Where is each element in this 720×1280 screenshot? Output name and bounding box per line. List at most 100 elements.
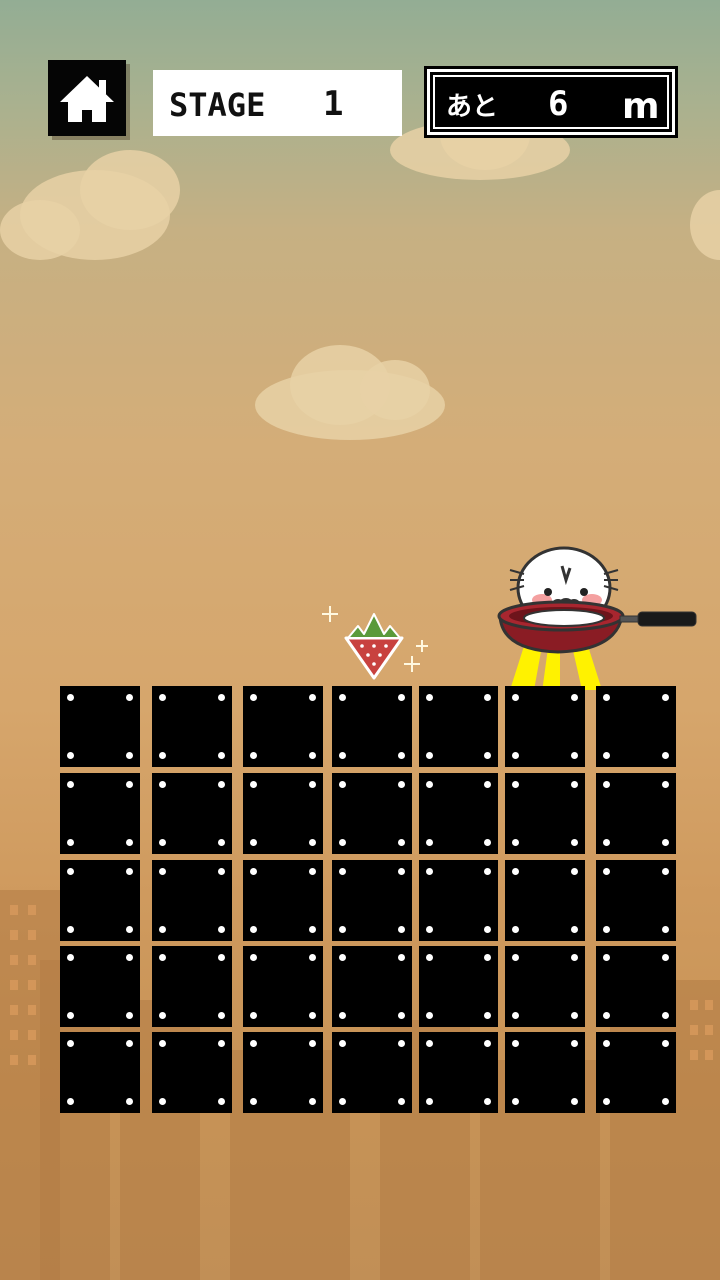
home-icon: [60, 76, 114, 122]
tile[interactable]: [60, 1032, 140, 1113]
tile-rivet: [398, 954, 405, 961]
tile[interactable]: [419, 1032, 498, 1113]
tile-rivet: [309, 752, 316, 759]
tile-rivet: [159, 926, 166, 933]
tile-rivet: [218, 954, 225, 961]
remaining-value: 6: [548, 84, 569, 124]
tile-rivet: [662, 839, 669, 846]
tile-rivet: [309, 781, 316, 788]
tile-rivet: [603, 839, 610, 846]
tile-rivet: [309, 839, 316, 846]
tile[interactable]: [505, 946, 585, 1027]
tile[interactable]: [332, 773, 412, 854]
tile-rivet: [398, 926, 405, 933]
tile-rivet: [484, 694, 491, 701]
tile[interactable]: [596, 1032, 676, 1113]
tile[interactable]: [419, 773, 498, 854]
tile[interactable]: [419, 686, 498, 767]
tile-rivet: [126, 1098, 133, 1105]
tile[interactable]: [60, 860, 140, 941]
tile[interactable]: [60, 686, 140, 767]
tile[interactable]: [332, 946, 412, 1027]
tile-rivet: [512, 839, 519, 846]
tile[interactable]: [505, 686, 585, 767]
home-button[interactable]: [48, 60, 126, 136]
tile-rivet: [398, 868, 405, 875]
tile-rivet: [250, 781, 257, 788]
tile-rivet: [571, 694, 578, 701]
tile-rivet: [484, 781, 491, 788]
tile[interactable]: [419, 860, 498, 941]
tile-rivet: [571, 1012, 578, 1019]
tile-rivet: [398, 1098, 405, 1105]
tile-rivet: [512, 752, 519, 759]
remaining-distance-indicator: あと 6 m: [424, 66, 678, 138]
tile-rivet: [512, 954, 519, 961]
tile-rivet: [426, 954, 433, 961]
tile-rivet: [662, 752, 669, 759]
tile-rivet: [603, 781, 610, 788]
tile[interactable]: [332, 1032, 412, 1113]
tile[interactable]: [243, 773, 323, 854]
tile[interactable]: [152, 946, 232, 1027]
tile[interactable]: [596, 946, 676, 1027]
tile[interactable]: [243, 946, 323, 1027]
tile-rivet: [662, 781, 669, 788]
tile-rivet: [67, 1098, 74, 1105]
tile-rivet: [250, 1040, 257, 1047]
tile[interactable]: [596, 860, 676, 941]
tile-rivet: [339, 781, 346, 788]
tile[interactable]: [243, 860, 323, 941]
tile-rivet: [603, 1040, 610, 1047]
tile-rivet: [126, 1012, 133, 1019]
tile-rivet: [159, 868, 166, 875]
tile-rivet: [159, 1040, 166, 1047]
tile[interactable]: [152, 686, 232, 767]
tile-rivet: [398, 839, 405, 846]
tile[interactable]: [505, 1032, 585, 1113]
tile[interactable]: [596, 686, 676, 767]
tile-rivet: [67, 752, 74, 759]
tile-rivet: [159, 752, 166, 759]
tile-rivet: [218, 926, 225, 933]
tile-rivet: [512, 1012, 519, 1019]
tile[interactable]: [243, 1032, 323, 1113]
tile-rivet: [398, 781, 405, 788]
strawberry-icon: [322, 606, 428, 680]
tile-rivet: [250, 926, 257, 933]
tile-rivet: [67, 868, 74, 875]
tile-rivet: [159, 1098, 166, 1105]
tile-rivet: [339, 926, 346, 933]
tile-rivet: [512, 1098, 519, 1105]
tile[interactable]: [60, 773, 140, 854]
tile-rivet: [126, 694, 133, 701]
tile-rivet: [512, 781, 519, 788]
tile-rivet: [67, 1040, 74, 1047]
tile[interactable]: [152, 773, 232, 854]
tile[interactable]: [332, 686, 412, 767]
remaining-unit: m: [622, 86, 660, 127]
tile-rivet: [218, 868, 225, 875]
tile[interactable]: [419, 946, 498, 1027]
tile[interactable]: [505, 860, 585, 941]
tile-rivet: [67, 1012, 74, 1019]
tile-rivet: [339, 868, 346, 875]
tile-rivet: [398, 694, 405, 701]
tile[interactable]: [596, 773, 676, 854]
tile[interactable]: [152, 1032, 232, 1113]
tile-rivet: [603, 1098, 610, 1105]
tile-rivet: [218, 1040, 225, 1047]
tile[interactable]: [505, 773, 585, 854]
tile-rivet: [426, 839, 433, 846]
tile[interactable]: [332, 860, 412, 941]
seal-character: [497, 546, 697, 692]
tile-rivet: [426, 926, 433, 933]
tile[interactable]: [60, 946, 140, 1027]
tile-rivet: [426, 1098, 433, 1105]
tile-rivet: [218, 752, 225, 759]
tile-rivet: [398, 1012, 405, 1019]
tile[interactable]: [243, 686, 323, 767]
tile[interactable]: [152, 860, 232, 941]
tile-rivet: [426, 1040, 433, 1047]
tile-rivet: [512, 1040, 519, 1047]
